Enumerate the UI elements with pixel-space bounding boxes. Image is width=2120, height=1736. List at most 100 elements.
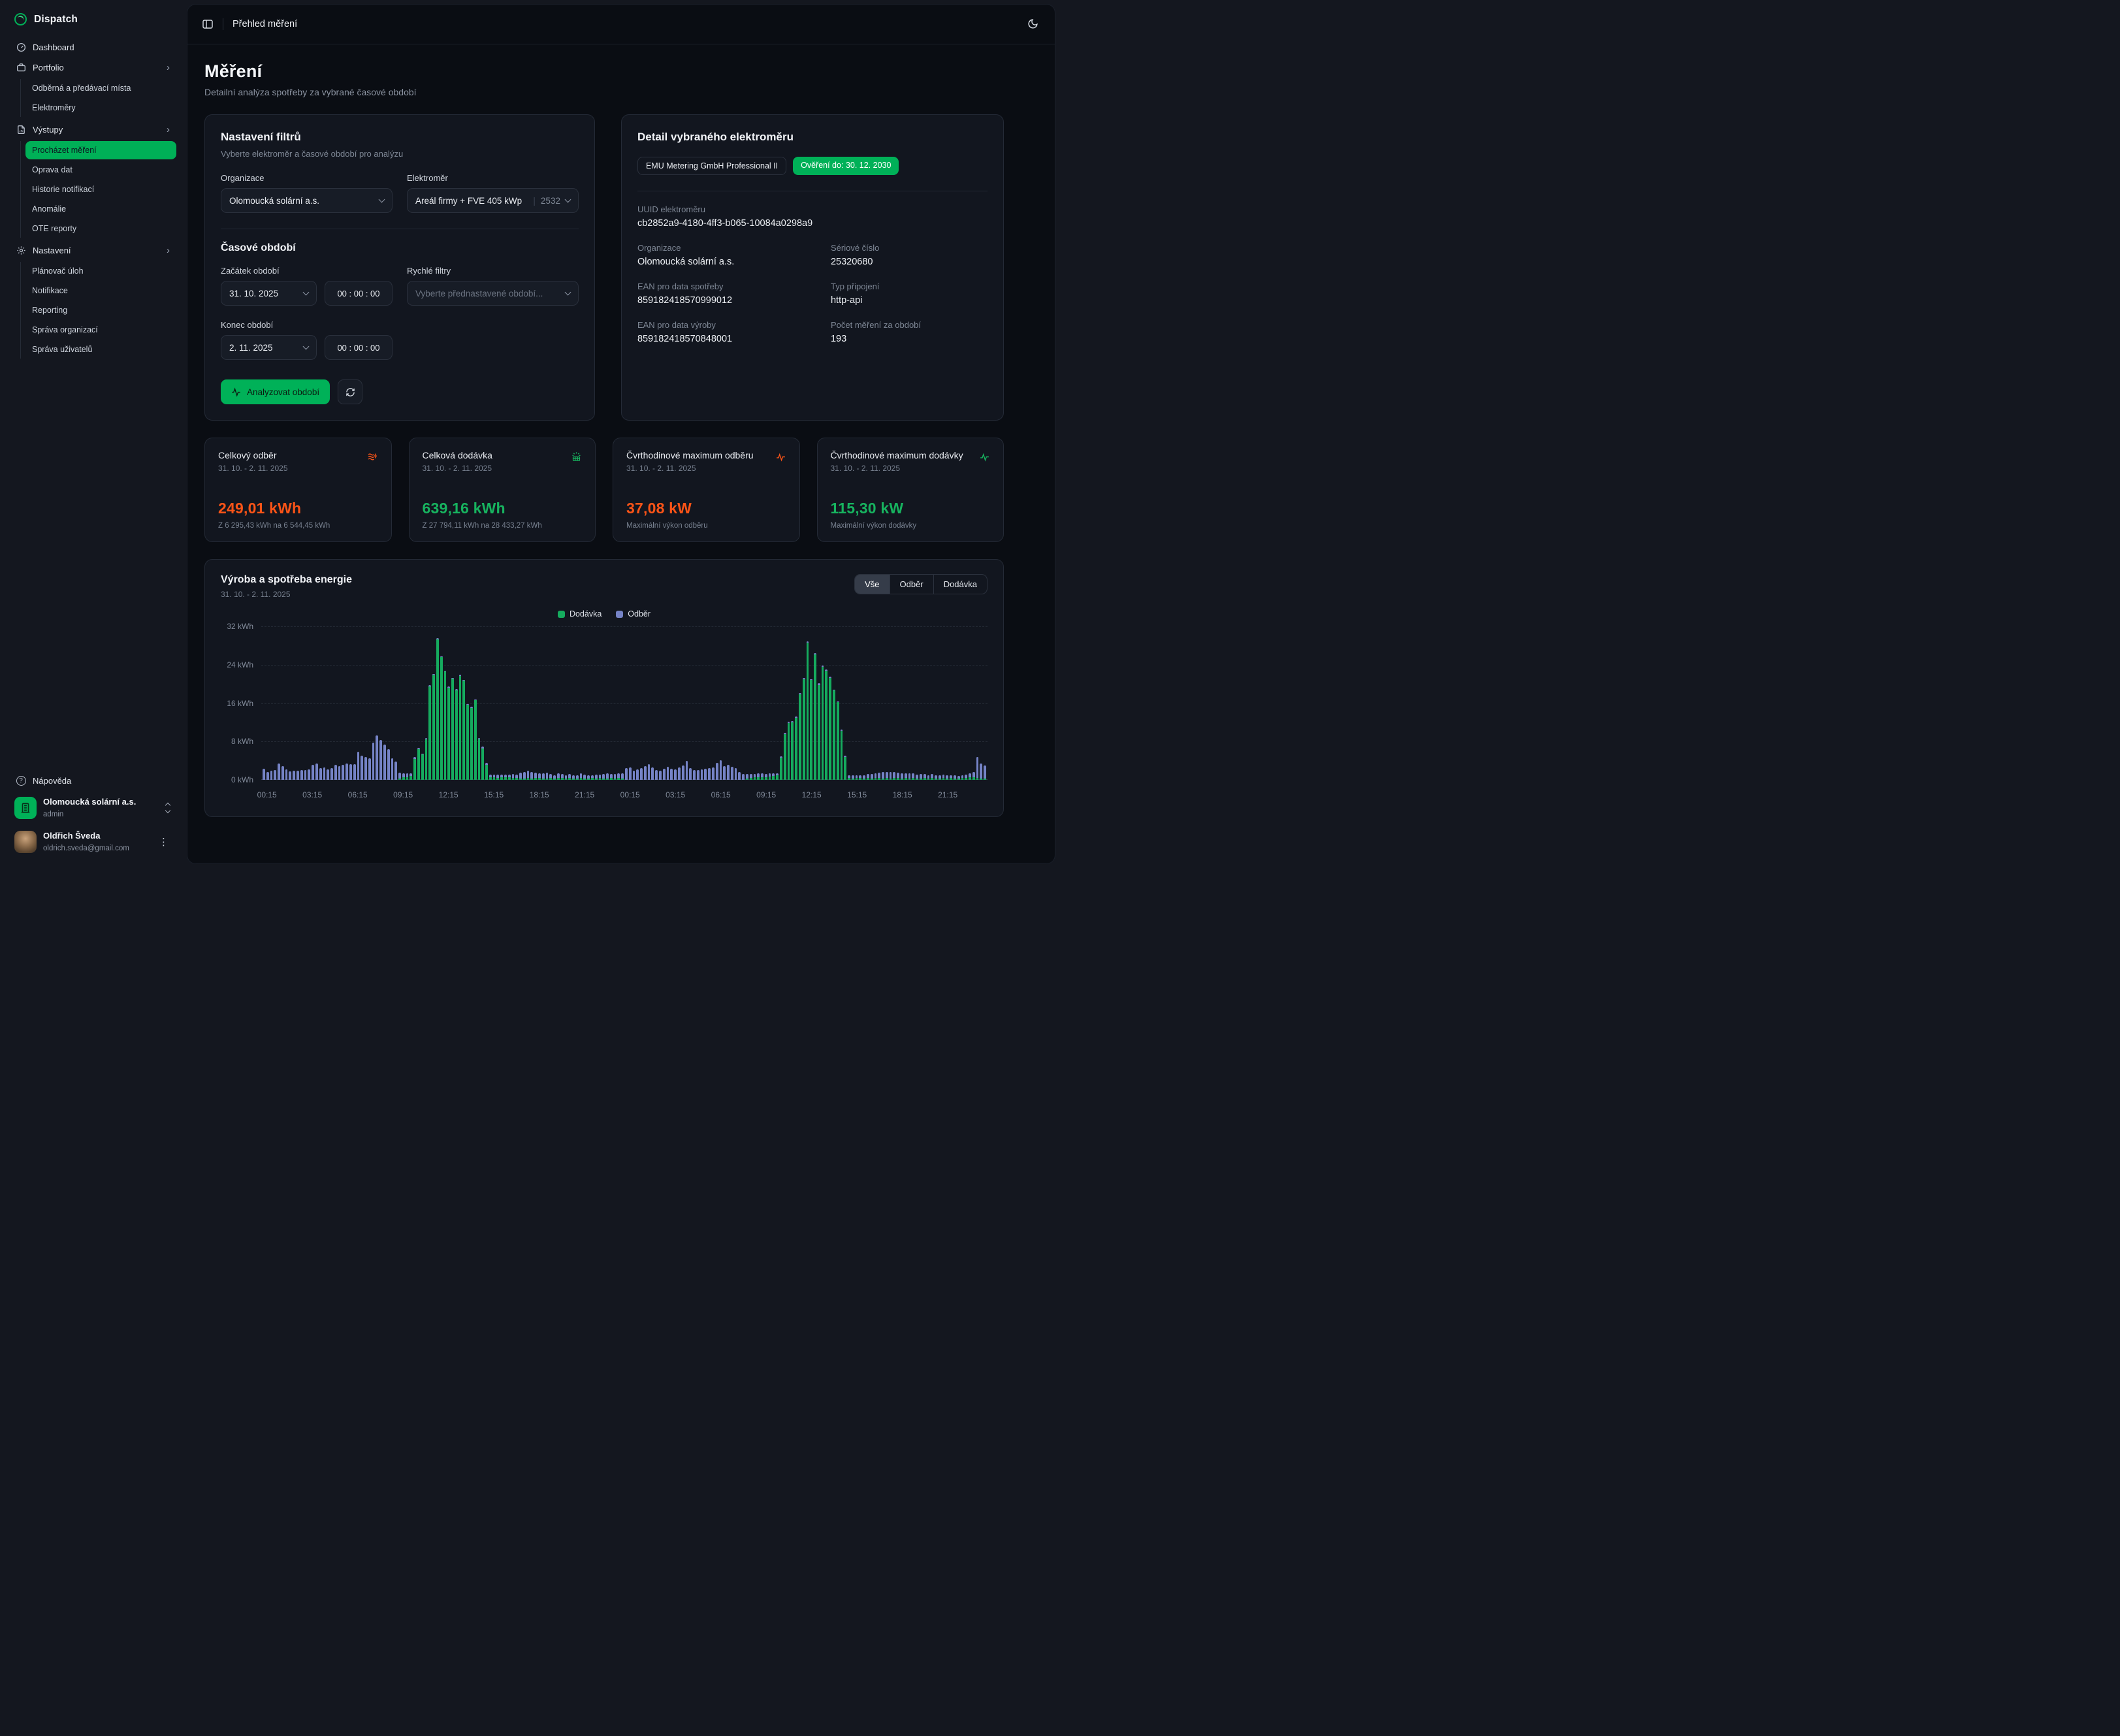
meter-detail-card: Detail vybraného elektroměru EMU Meterin… <box>621 114 1004 421</box>
detail-org-value: Olomoucká solární a.s. <box>637 257 818 267</box>
stat-card-total-consumption: Celkový odběr 31. 10. - 2. 11. 2025 249,… <box>204 438 392 542</box>
toggle-vse[interactable]: Vše <box>855 575 889 594</box>
sidebar-item-dashboard[interactable]: Dashboard <box>10 37 176 57</box>
filters-title: Nastavení filtrů <box>221 131 579 144</box>
chart-header: Výroba a spotřeba energie 31. 10. - 2. 1… <box>221 574 988 599</box>
x-tick-label: 09:15 <box>756 790 776 799</box>
bar <box>644 766 647 780</box>
filters-card: Nastavení filtrů Vyberte elektroměr a ča… <box>204 114 595 421</box>
sidebar-item-sprava-organizaci[interactable]: Správa organizací <box>25 321 176 339</box>
x-tick-label: 18:15 <box>530 790 549 799</box>
quick-filters-select[interactable]: Vyberte přednastavené období... <box>407 281 579 306</box>
bar <box>912 773 914 780</box>
bar <box>338 766 341 780</box>
y-tick-label: 24 kWh <box>227 660 253 669</box>
period-row-2: Konec období 2. 11. 2025 00 : 00 : 00 <box>221 320 579 360</box>
chevron-right-icon: › <box>167 63 171 72</box>
org-avatar <box>14 797 37 819</box>
start-date-value: 31. 10. 2025 <box>229 289 298 298</box>
sidebar-item-historie-notifikaci[interactable]: Historie notifikací <box>25 180 176 199</box>
bar <box>965 775 967 780</box>
user-menu[interactable]: Oldřich Šveda oldrich.sveda@gmail.com ⋮ <box>10 825 176 859</box>
sidebar-item-label: Nápověda <box>33 776 171 786</box>
quick-filters-label: Rychlé filtry <box>407 266 579 276</box>
sidebar-item-label: Dashboard <box>33 42 171 52</box>
end-time-input[interactable]: 00 : 00 : 00 <box>325 335 393 360</box>
bar <box>565 775 568 780</box>
sidebar-item-anomalie[interactable]: Anomálie <box>25 200 176 218</box>
sidebar-item-odberna-mista[interactable]: Odběrná a předávací místa <box>25 79 176 97</box>
org-switcher[interactable]: Olomoucká solární a.s. admin <box>10 791 176 825</box>
sidebar-item-prochazet-mereni[interactable]: Procházet měření <box>25 141 176 159</box>
bar <box>640 768 643 780</box>
kebab-menu-icon[interactable]: ⋮ <box>155 836 172 848</box>
bar <box>848 775 850 780</box>
measurement-count-field: Počet měření za období 193 <box>831 320 988 344</box>
sidebar-item-elektromery[interactable]: Elektroměry <box>25 99 176 117</box>
bar <box>852 775 854 780</box>
bar <box>942 775 945 780</box>
stat-card-max-consumption: Čvrthodinové maximum odběru 31. 10. - 2.… <box>613 438 800 542</box>
sidebar-item-vystupy[interactable]: Výstupy › <box>10 120 176 140</box>
bar <box>757 773 760 780</box>
bar <box>829 677 831 780</box>
sidebar-item-planovac-uloh[interactable]: Plánovač úloh <box>25 262 176 280</box>
activity-icon <box>979 451 990 462</box>
bar <box>731 767 733 780</box>
dark-mode-toggle[interactable] <box>1027 18 1039 30</box>
bar <box>568 774 571 780</box>
sidebar-item-portfolio[interactable]: Portfolio › <box>10 57 176 78</box>
gear-icon <box>16 246 26 256</box>
bar <box>803 678 805 780</box>
sidebar-item-reporting[interactable]: Reporting <box>25 301 176 319</box>
bar <box>754 774 756 780</box>
bar <box>765 774 767 780</box>
chart-series-toggle: Vše Odběr Dodávka <box>854 574 988 594</box>
bar <box>462 680 465 780</box>
sidebar-item-oprava-dat[interactable]: Oprava dat <box>25 161 176 179</box>
bar <box>920 774 922 780</box>
bar <box>519 773 522 780</box>
meter-select[interactable]: Areál firmy + FVE 405 kWp | 2532 <box>407 188 579 213</box>
sidebar-item-notifikace[interactable]: Notifikace <box>25 281 176 300</box>
analyze-button[interactable]: Analyzovat období <box>221 379 330 404</box>
end-field: Konec období 2. 11. 2025 00 : 00 : 00 <box>221 320 393 360</box>
bar <box>451 678 454 780</box>
serial-label: Sériové číslo <box>831 243 988 253</box>
bar <box>402 773 405 780</box>
bar <box>825 669 827 780</box>
end-date-select[interactable]: 2. 11. 2025 <box>221 335 317 360</box>
sidebar-item-sprava-uzivatelu[interactable]: Správa uživatelů <box>25 340 176 359</box>
bar <box>308 769 310 780</box>
bar <box>342 765 344 780</box>
ean-production-field: EAN pro data výroby 859182418570848001 <box>637 320 818 344</box>
bar <box>474 699 477 780</box>
start-time-input[interactable]: 00 : 00 : 00 <box>325 281 393 306</box>
bar <box>572 775 575 780</box>
x-axis: 00:1503:1506:1509:1512:1515:1518:1521:15… <box>261 786 988 806</box>
pulse-icon <box>231 387 241 397</box>
sidebar-toggle-icon[interactable] <box>202 18 214 30</box>
stat-cards-row: Celkový odběr 31. 10. - 2. 11. 2025 249,… <box>204 438 1004 542</box>
bar <box>859 775 861 780</box>
refresh-icon <box>345 387 355 397</box>
toggle-odber[interactable]: Odběr <box>890 575 933 594</box>
sidebar-item-napoveda[interactable]: ? Nápověda <box>10 771 176 791</box>
toggle-dodavka[interactable]: Dodávka <box>933 575 987 594</box>
chevrons-up-down-icon <box>166 803 172 812</box>
stat-title: Čvrthodinové maximum odběru <box>626 450 754 460</box>
start-date-select[interactable]: 31. 10. 2025 <box>221 281 317 306</box>
sidebar-item-nastaveni[interactable]: Nastavení › <box>10 240 176 261</box>
main-panel: Přehled měření Měření Detailní analýza s… <box>187 4 1055 864</box>
user-info: Oldřich Šveda oldrich.sveda@gmail.com <box>43 830 148 854</box>
bar <box>738 772 741 780</box>
organization-select[interactable]: Olomoucká solární a.s. <box>221 188 393 213</box>
x-tick-label: 06:15 <box>711 790 731 799</box>
bar <box>897 773 899 780</box>
refresh-button[interactable] <box>338 379 362 404</box>
sidebar-item-ote-reporty[interactable]: OTE reporty <box>25 219 176 238</box>
bar <box>432 674 435 780</box>
bar <box>954 775 956 780</box>
stat-period: 31. 10. - 2. 11. 2025 <box>626 464 754 473</box>
bar <box>278 764 280 780</box>
